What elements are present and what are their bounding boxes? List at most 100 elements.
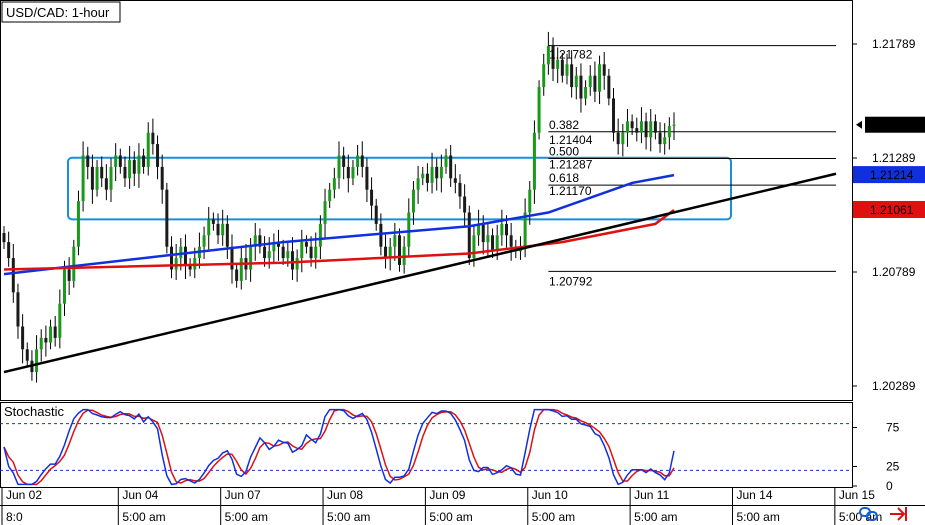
- candle-body-up: [239, 258, 243, 281]
- candle-body-down: [365, 166, 369, 190]
- candle-body-up: [584, 87, 588, 99]
- candle-body-down: [370, 189, 374, 206]
- candle-body-down: [225, 223, 229, 247]
- time-date-label: Jun 02: [6, 488, 42, 502]
- candle-body-up: [407, 212, 411, 247]
- time-date-label: Jun 10: [532, 488, 568, 502]
- candle-body-up: [621, 132, 625, 145]
- candle-body-up: [109, 166, 113, 190]
- fib-price-label: 1.21170: [549, 184, 592, 198]
- forex-chart: 1.217820.3821.214040.5001.212870.6181.21…: [0, 0, 925, 525]
- candle-body-up: [537, 87, 541, 133]
- candle-body-down: [360, 155, 364, 167]
- time-hour-label: 8:0: [6, 510, 23, 524]
- time-hour-label: 5:00 am: [225, 510, 268, 524]
- candle-body-down: [216, 223, 220, 236]
- candle-body-down: [44, 337, 48, 343]
- candle-body-up: [663, 137, 667, 145]
- time-hour-label: 5:00 am: [634, 510, 677, 524]
- candle-body-up: [286, 251, 290, 259]
- stochastic-tick-label: 25: [886, 460, 900, 474]
- candle-body-down: [509, 235, 513, 247]
- candle-body-up: [114, 155, 118, 167]
- candle-body-up: [444, 155, 448, 167]
- candle-body-down: [644, 121, 648, 138]
- candle-body-up: [588, 75, 592, 88]
- candle-body-down: [570, 64, 574, 88]
- candle-body-down: [132, 160, 136, 174]
- candle-body-down: [458, 182, 462, 197]
- candle-body-down: [593, 75, 597, 92]
- stochastic-title: Stochastic: [4, 404, 64, 419]
- candle-body-down: [579, 75, 583, 99]
- candle-body-up: [81, 155, 85, 202]
- fib-ratio-label: 0.500: [549, 144, 579, 158]
- candle-body-down: [290, 251, 294, 270]
- candle-body-down: [53, 326, 57, 338]
- candle-body-up: [39, 337, 43, 350]
- candle-body-up: [300, 242, 304, 259]
- candle-body-down: [235, 269, 239, 281]
- candle-body-up: [649, 121, 653, 138]
- candle-body-down: [304, 242, 308, 247]
- candle-body-down: [142, 155, 146, 167]
- candle-body-down: [560, 59, 564, 76]
- candle-body-down: [160, 166, 164, 190]
- candle-body-up: [351, 166, 355, 179]
- candle-body-up: [95, 166, 99, 190]
- candle-body-down: [263, 246, 267, 259]
- time-hour-label: 5:00 am: [736, 510, 779, 524]
- candle: [467, 205, 471, 265]
- candle-body-down: [7, 242, 11, 259]
- candle-body-down: [86, 155, 90, 167]
- candle-body-down: [25, 349, 29, 361]
- time-hour-label: 5:00 am: [429, 510, 472, 524]
- candle-body-up: [328, 189, 332, 202]
- candle-body-down: [449, 155, 453, 179]
- candle-body-up: [202, 235, 206, 247]
- candle-body-up: [62, 269, 66, 304]
- candle-body-down: [183, 246, 187, 265]
- candle-body-up: [356, 155, 360, 167]
- candle-body-up: [439, 166, 443, 179]
- candle-body-up: [58, 303, 62, 338]
- time-date-label: Jun 09: [429, 488, 465, 502]
- fib-price-label: 1.20792: [549, 274, 593, 288]
- candle-body-up: [532, 132, 536, 190]
- candle-body-down: [612, 98, 616, 133]
- candle-body-up: [528, 189, 532, 213]
- candle-body-down: [16, 292, 20, 327]
- candle-body-up: [179, 246, 183, 259]
- time-hour-label: 5:00 am: [327, 510, 370, 524]
- time-hour-label: 5:00 am: [122, 510, 165, 524]
- candle-body-down: [630, 121, 634, 129]
- candle-body-down: [653, 121, 657, 133]
- time-date-label: Jun 11: [634, 488, 669, 502]
- time-date-label: Jun 08: [327, 488, 363, 502]
- stochastic-tick-label: 75: [886, 421, 900, 435]
- chart-title: USD/CAD: 1-hour: [6, 5, 110, 20]
- candle-body-down: [165, 189, 169, 247]
- candle-body-up: [598, 64, 602, 92]
- price-tick-label: 1.20289: [872, 379, 916, 393]
- candle-body-down: [467, 212, 471, 259]
- fib-ratio-label: 0.618: [549, 171, 579, 185]
- time-date-label: Jun 07: [225, 488, 261, 502]
- red-arrow-icon[interactable]: [890, 507, 907, 521]
- candle-body-down: [2, 233, 6, 243]
- candle-body-up: [72, 246, 76, 281]
- time-hour-label: 5:00 am: [532, 510, 575, 524]
- stochastic-tick-label: 0: [886, 479, 893, 493]
- candle: [537, 80, 541, 140]
- candle-body-up: [625, 121, 629, 133]
- candle-body-down: [104, 178, 108, 190]
- candle-body-up: [76, 201, 80, 247]
- candle-body-down: [379, 223, 383, 247]
- candle-body-down: [374, 205, 378, 224]
- fib-price-label: 1.21287: [549, 157, 593, 171]
- time-date-label: Jun 15: [839, 488, 875, 502]
- candle-body-up: [295, 258, 299, 270]
- candle-body-down: [425, 173, 429, 183]
- candle-body-up: [430, 166, 434, 183]
- candle-body-down: [281, 246, 285, 259]
